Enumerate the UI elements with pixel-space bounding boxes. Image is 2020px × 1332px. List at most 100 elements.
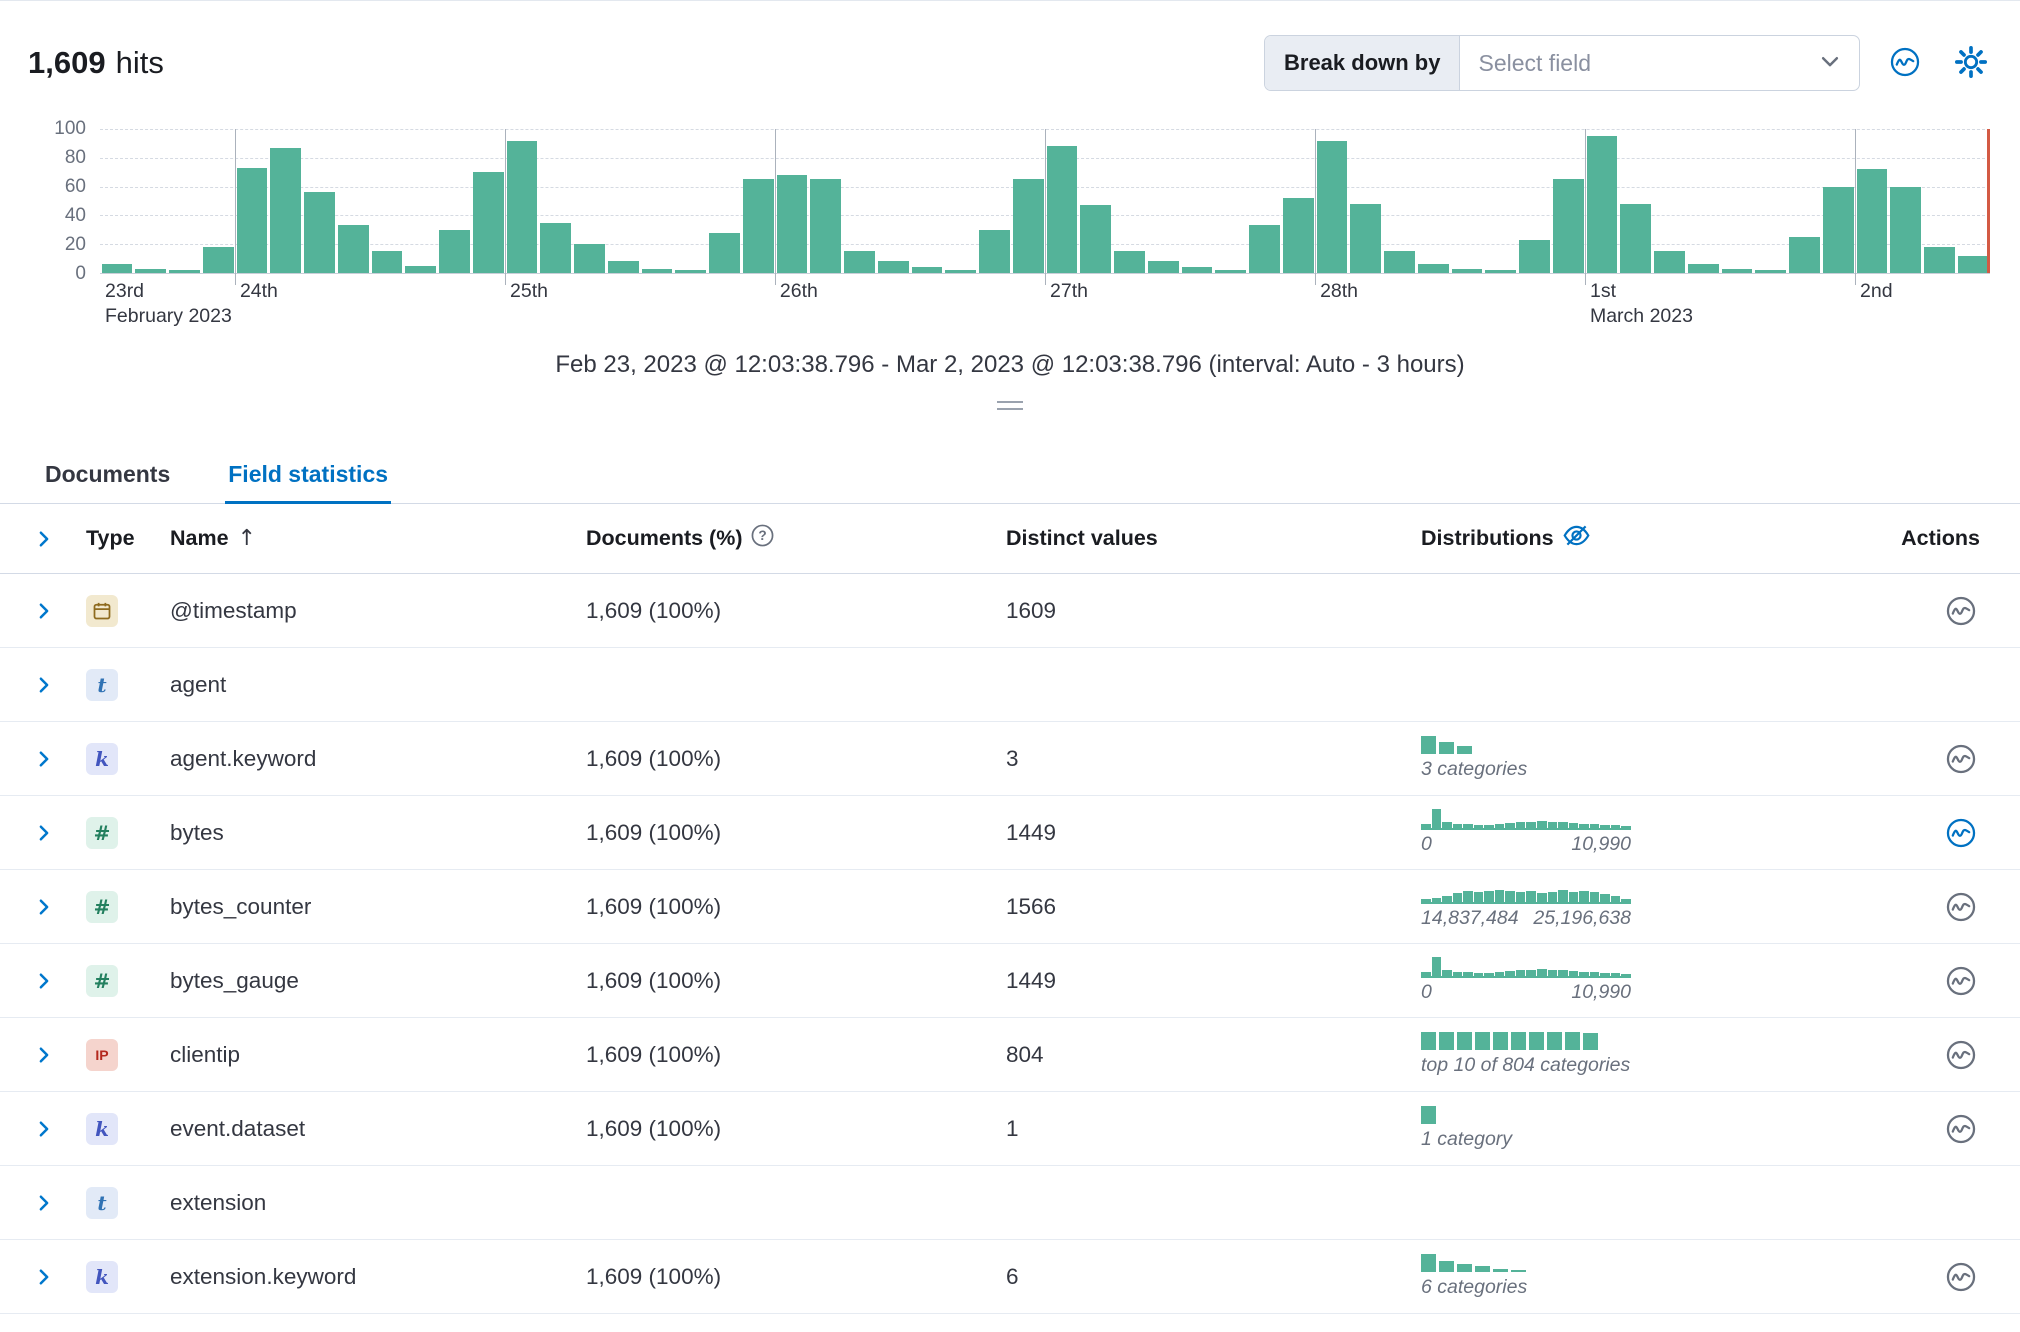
chevron-right-icon[interactable] xyxy=(34,749,86,769)
category-bar xyxy=(1529,1032,1544,1050)
histogram-bar[interactable] xyxy=(1857,169,1888,273)
histogram-bar[interactable] xyxy=(1418,264,1449,273)
eye-slash-icon[interactable] xyxy=(1563,522,1590,555)
histogram-bar[interactable] xyxy=(1013,179,1044,273)
histogram-bar[interactable] xyxy=(1350,204,1381,273)
spark-bar xyxy=(1516,892,1526,902)
histogram-bar[interactable] xyxy=(642,269,673,273)
histogram-bar[interactable] xyxy=(878,261,909,273)
field-stats-action-icon[interactable] xyxy=(1942,592,1980,630)
histogram-bar[interactable] xyxy=(1890,187,1921,273)
column-header-type[interactable]: Type xyxy=(86,526,170,551)
histogram-bar[interactable] xyxy=(169,270,200,273)
histogram-bar[interactable] xyxy=(1080,205,1111,273)
field-stats-action-icon[interactable] xyxy=(1942,1036,1980,1074)
histogram-bar[interactable] xyxy=(1317,141,1348,273)
field-stats-action-icon[interactable] xyxy=(1942,888,1980,926)
histogram-bar[interactable] xyxy=(1924,247,1955,273)
expand-all-header[interactable] xyxy=(34,529,86,549)
column-header-documents[interactable]: Documents (%) ? xyxy=(586,524,1006,553)
histogram-bar[interactable] xyxy=(574,244,605,273)
histogram-bar[interactable] xyxy=(1283,198,1314,273)
histogram-bar[interactable] xyxy=(1722,269,1753,273)
histogram-bar[interactable] xyxy=(540,223,571,273)
chevron-right-icon[interactable] xyxy=(34,1193,86,1213)
histogram-bar[interactable] xyxy=(270,148,301,273)
field-stats-action-icon[interactable] xyxy=(1942,1110,1980,1148)
histogram-bar[interactable] xyxy=(945,270,976,273)
histogram-bar[interactable] xyxy=(405,266,436,273)
histogram-bar[interactable] xyxy=(1114,251,1145,273)
histogram-bar[interactable] xyxy=(608,261,639,273)
chevron-right-icon[interactable] xyxy=(34,971,86,991)
breakdown-select[interactable]: Select field xyxy=(1460,36,1859,90)
histogram-bar[interactable] xyxy=(372,251,403,273)
histogram-bar[interactable] xyxy=(844,251,875,273)
histogram-bar[interactable] xyxy=(1654,251,1685,273)
chevron-right-icon[interactable] xyxy=(34,675,86,695)
histogram-bar[interactable] xyxy=(1620,204,1651,273)
histogram-bar[interactable] xyxy=(675,270,706,273)
histogram-bar[interactable] xyxy=(743,179,774,273)
histogram-bar[interactable] xyxy=(709,233,740,273)
histogram-bar[interactable] xyxy=(203,247,234,273)
panel-resize-handle[interactable] xyxy=(997,401,1023,410)
spark-bar xyxy=(1495,972,1505,976)
histogram-bar[interactable] xyxy=(777,175,808,273)
column-header-distributions[interactable]: Distributions xyxy=(1421,522,1879,555)
histogram-bar[interactable] xyxy=(135,269,166,273)
histogram-bar[interactable] xyxy=(1249,225,1280,273)
histogram-bar[interactable] xyxy=(1384,251,1415,273)
field-stats-action-icon[interactable] xyxy=(1942,1258,1980,1296)
histogram-bar[interactable] xyxy=(439,230,470,273)
distribution-label: top 10 of 804 categories xyxy=(1421,1054,1879,1077)
field-stats-action-icon[interactable] xyxy=(1942,740,1980,778)
category-bar xyxy=(1457,746,1472,754)
histogram-bar[interactable] xyxy=(1553,179,1584,273)
histogram-bar[interactable] xyxy=(1587,136,1618,273)
histogram-bar[interactable] xyxy=(1958,256,1989,273)
histogram-bar[interactable] xyxy=(912,267,943,273)
histogram-bar[interactable] xyxy=(338,225,369,273)
chart-options-button[interactable] xyxy=(1884,42,1926,84)
histogram-bar[interactable] xyxy=(473,172,504,273)
tab-field-statistics[interactable]: Field statistics xyxy=(225,444,391,504)
histogram-bar[interactable] xyxy=(1789,237,1820,273)
histogram-bar[interactable] xyxy=(1215,270,1246,273)
histogram-bar[interactable] xyxy=(304,192,335,273)
histogram-bar[interactable] xyxy=(1755,270,1786,273)
x-axis-tick-label: 27th xyxy=(1045,279,1088,304)
histogram-bar[interactable] xyxy=(1823,187,1854,273)
histogram-bar[interactable] xyxy=(1182,267,1213,273)
chevron-right-icon[interactable] xyxy=(34,601,86,621)
histogram-bar[interactable] xyxy=(1688,264,1719,273)
histogram-bar[interactable] xyxy=(1485,270,1516,273)
histogram-bar[interactable] xyxy=(102,264,133,273)
spark-bar xyxy=(1442,970,1452,976)
tab-documents[interactable]: Documents xyxy=(42,444,173,504)
field-stats-action-icon[interactable] xyxy=(1942,814,1980,852)
field-stats-action-icon[interactable] xyxy=(1942,962,1980,1000)
histogram-bar[interactable] xyxy=(507,141,538,273)
histogram-bar[interactable] xyxy=(1519,240,1550,273)
chevron-right-icon[interactable] xyxy=(34,897,86,917)
field-type-glyph: # xyxy=(94,969,111,993)
histogram-bar[interactable] xyxy=(810,179,841,273)
histogram-bar[interactable] xyxy=(1047,146,1078,273)
field-name: bytes_gauge xyxy=(170,968,586,994)
histogram-bar[interactable] xyxy=(1452,269,1483,273)
question-circle-icon[interactable]: ? xyxy=(751,524,774,553)
spark-bar xyxy=(1432,809,1442,828)
column-header-name[interactable]: Name ↑ xyxy=(170,526,586,551)
table-row: IPclientip1,609 (100%)804top 10 of 804 c… xyxy=(0,1018,2020,1092)
chevron-right-icon[interactable] xyxy=(34,1119,86,1139)
column-header-distinct-values[interactable]: Distinct values xyxy=(1006,526,1421,551)
spark-bar xyxy=(1621,899,1631,902)
histogram-bar[interactable] xyxy=(237,168,268,273)
histogram-bar[interactable] xyxy=(979,230,1010,273)
chevron-right-icon[interactable] xyxy=(34,1267,86,1287)
histogram-settings-button[interactable] xyxy=(1950,42,1992,84)
chevron-right-icon[interactable] xyxy=(34,823,86,843)
chevron-right-icon[interactable] xyxy=(34,1045,86,1065)
histogram-bar[interactable] xyxy=(1148,261,1179,273)
